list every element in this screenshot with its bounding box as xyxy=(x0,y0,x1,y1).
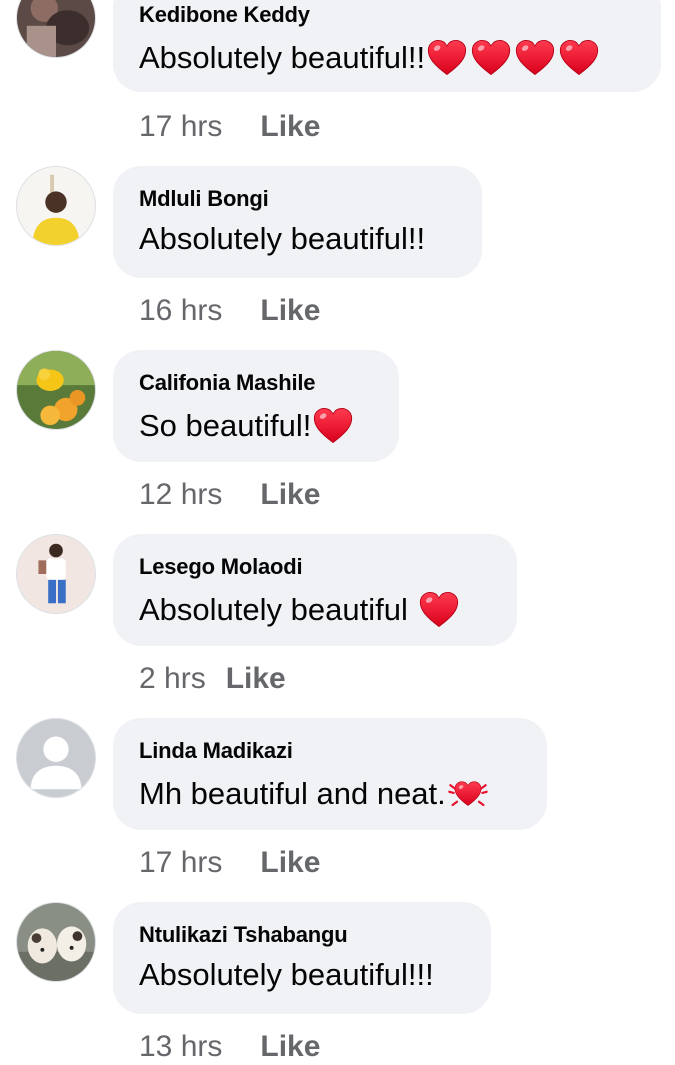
comment-bubble: Califonia Mashile So beautiful! xyxy=(113,350,399,462)
comment-text: Absolutely beautiful!!! xyxy=(139,956,465,994)
comment-text: Absolutely beautiful xyxy=(139,588,491,632)
comment-author[interactable]: Mdluli Bongi xyxy=(139,186,456,212)
like-button[interactable]: Like xyxy=(226,661,286,697)
avatar[interactable] xyxy=(16,350,96,430)
comment-timestamp[interactable]: 12 hrs xyxy=(139,477,222,513)
avatar[interactable] xyxy=(16,166,96,246)
comment-timestamp[interactable]: 2 hrs xyxy=(139,661,206,697)
comment-text-body: Absolutely beautiful xyxy=(139,592,408,627)
comment-text-body: Mh beautiful and neat. xyxy=(139,776,446,811)
comment-meta: 12 hrs Like xyxy=(139,477,320,513)
comment-bubble: Ntulikazi Tshabangu Absolutely beautiful… xyxy=(113,902,491,1014)
red-heart-icon xyxy=(311,404,355,448)
comment-meta: 13 hrs Like xyxy=(139,1029,320,1065)
red-heart-icon xyxy=(513,36,557,80)
comment-timestamp[interactable]: 16 hrs xyxy=(139,293,222,329)
like-button[interactable]: Like xyxy=(260,477,320,513)
comment-text-body: Absolutely beautiful!!! xyxy=(139,957,434,992)
avatar[interactable] xyxy=(16,718,96,798)
comment-bubble: Linda Madikazi Mh beautiful and neat. xyxy=(113,718,547,830)
like-button[interactable]: Like xyxy=(260,1029,320,1065)
red-heart-icon xyxy=(425,36,469,80)
comment-bubble: Lesego Molaodi Absolutely beautiful xyxy=(113,534,517,646)
comment-meta: 17 hrs Like xyxy=(139,845,320,881)
comment-author[interactable]: Ntulikazi Tshabangu xyxy=(139,922,465,948)
comment-text-body: Absolutely beautiful!! xyxy=(139,40,426,75)
comment-timestamp[interactable]: 17 hrs xyxy=(139,109,222,145)
comment-text: Mh beautiful and neat. xyxy=(139,772,521,816)
red-heart-icon xyxy=(417,588,461,632)
avatar[interactable] xyxy=(16,0,96,58)
comment-text: Absolutely beautiful!! xyxy=(139,36,635,80)
comment-author[interactable]: Lesego Molaodi xyxy=(139,554,491,580)
like-button[interactable]: Like xyxy=(260,109,320,145)
comment-meta: 2 hrs Like xyxy=(139,661,286,697)
comment-bubble: Mdluli Bongi Absolutely beautiful!! xyxy=(113,166,482,278)
comment-meta: 16 hrs Like xyxy=(139,293,320,329)
comment-author[interactable]: Califonia Mashile xyxy=(139,370,373,396)
like-button[interactable]: Like xyxy=(260,845,320,881)
comment-text: Absolutely beautiful!! xyxy=(139,220,456,258)
avatar[interactable] xyxy=(16,534,96,614)
comment-bubble: Kedibone Keddy Absolutely beautiful!! xyxy=(113,0,661,92)
red-heart-icon xyxy=(557,36,601,80)
comment-author[interactable]: Linda Madikazi xyxy=(139,738,521,764)
comment-text: So beautiful! xyxy=(139,404,373,448)
comment-author[interactable]: Kedibone Keddy xyxy=(139,2,635,28)
red-heart-icon xyxy=(469,36,513,80)
comment-meta: 17 hrs Like xyxy=(139,109,320,145)
beating-heart-icon xyxy=(446,772,490,816)
comment-text-body: So beautiful! xyxy=(139,408,312,443)
comment-text-body: Absolutely beautiful!! xyxy=(139,221,426,256)
comment-timestamp[interactable]: 17 hrs xyxy=(139,845,222,881)
like-button[interactable]: Like xyxy=(260,293,320,329)
comment-timestamp[interactable]: 13 hrs xyxy=(139,1029,222,1065)
avatar[interactable] xyxy=(16,902,96,982)
